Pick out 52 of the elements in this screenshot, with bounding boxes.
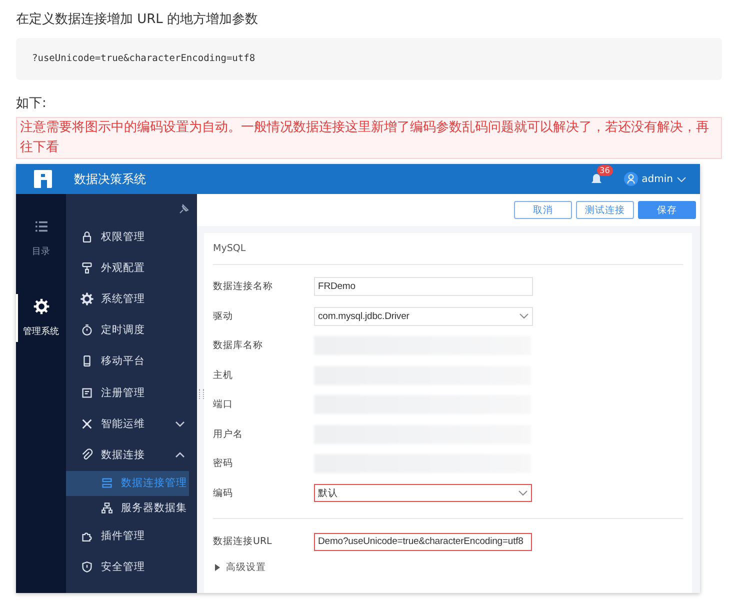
- tree-icon: [100, 501, 114, 515]
- text-field[interactable]: FRDemo: [314, 277, 533, 296]
- menu-item[interactable]: 定时调度: [66, 314, 197, 346]
- field-label: 主机: [213, 368, 234, 382]
- menu-item[interactable]: 权限管理: [66, 221, 197, 252]
- logo-icon: [32, 168, 54, 190]
- rail-item[interactable]: 目录: [16, 218, 66, 258]
- menu-item[interactable]: 安全管理: [66, 552, 197, 583]
- menu-item[interactable]: 注册管理: [66, 376, 197, 408]
- intro-text: 在定义数据连接增加 URL 的地方增加参数: [16, 11, 260, 28]
- lead-text: 如下:: [16, 95, 48, 112]
- menu-item[interactable]: 数据连接: [66, 439, 197, 470]
- bell-icon[interactable]: [590, 173, 602, 185]
- user-avatar-icon[interactable]: [624, 172, 638, 186]
- dropdown-field[interactable]: 默认: [314, 484, 532, 502]
- chevron-down-icon: [519, 313, 529, 320]
- shield-icon: [80, 560, 94, 574]
- field-label: 数据库名称: [213, 339, 264, 352]
- doc-icon: [80, 386, 94, 400]
- menu-item[interactable]: 系统管理: [66, 283, 197, 315]
- field-label: 编码: [213, 486, 234, 500]
- field-label: 密码: [213, 457, 234, 470]
- clip-icon: [80, 448, 94, 462]
- menu-item[interactable]: 移动平台: [66, 346, 197, 377]
- gear-icon: [80, 292, 94, 306]
- chevron-down-icon: [518, 490, 528, 496]
- cross-icon: [80, 416, 94, 431]
- code-block: ?useUnicode=true&characterEncoding=utf8: [16, 38, 722, 80]
- text-field[interactable]: Demo?useUnicode=true&characterEncoding=utf8: [314, 532, 532, 551]
- timer-icon: [80, 323, 94, 338]
- settings-icon: [32, 298, 50, 315]
- lock-icon: [80, 230, 94, 244]
- menu-item[interactable]: 插件管理: [66, 520, 197, 552]
- dropdown-field[interactable]: com.mysql.jdbc.Driver: [314, 306, 533, 326]
- field-label: 用户名: [213, 428, 244, 441]
- caret-right-icon: [215, 564, 220, 570]
- chevron-down-icon[interactable]: [677, 176, 686, 182]
- field-label: 端口: [213, 398, 234, 412]
- submenu-item[interactable]: 服务器数据集: [66, 496, 197, 520]
- brush-icon: [80, 260, 94, 275]
- menu-item[interactable]: 智能运维: [66, 408, 197, 440]
- rail-item[interactable]: 管理系统: [16, 298, 66, 338]
- menu-item[interactable]: 外观配置: [66, 252, 197, 284]
- warning-note: 注意需要将图示中的编码设置为自动。一般情况数据连接这里新增了编码参数乱码问题就可以解决了，若还没有解决，再往下看: [16, 117, 722, 159]
- database-type: MySQL: [213, 233, 683, 265]
- username[interactable]: admin: [642, 174, 673, 184]
- field-label: 数据连接名称: [213, 280, 274, 294]
- field-label: 数据连接URL: [213, 535, 273, 548]
- app-title: 数据决策系统: [74, 170, 147, 188]
- field-label: 驱动: [213, 310, 234, 323]
- advanced-settings-toggle[interactable]: 高级设置: [213, 560, 683, 574]
- notification-badge: 36: [596, 165, 613, 176]
